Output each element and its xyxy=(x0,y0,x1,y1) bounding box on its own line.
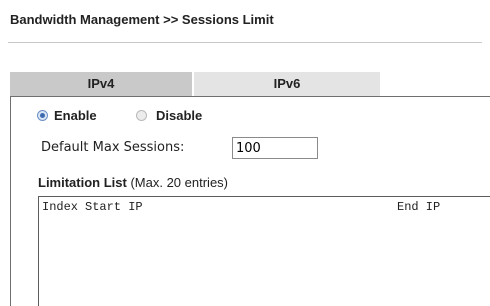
limitation-list-title: Limitation List xyxy=(38,175,127,190)
limitation-list-heading: Limitation List (Max. 20 entries) xyxy=(38,175,228,190)
page-title: Bandwidth Management >> Sessions Limit xyxy=(10,12,274,27)
disable-radio[interactable] xyxy=(136,110,147,121)
enable-radio[interactable] xyxy=(37,110,48,121)
column-end-ip: End IP xyxy=(397,200,441,214)
column-start-ip: Start IP xyxy=(85,200,143,214)
enable-radio-label[interactable]: Enable xyxy=(54,108,97,123)
title-divider xyxy=(8,42,482,43)
column-index: Index xyxy=(42,200,79,214)
limitation-list-box[interactable]: Index Start IP End IP xyxy=(38,196,490,306)
limitation-list-header: Index Start IP End IP xyxy=(42,200,487,214)
limitation-list-note: (Max. 20 entries) xyxy=(130,175,229,190)
default-max-sessions-label: Default Max Sessions: xyxy=(41,140,185,155)
default-max-sessions-input[interactable] xyxy=(232,137,318,159)
tab-ipv4[interactable]: IPv4 xyxy=(10,72,192,96)
tab-ipv6[interactable]: IPv6 xyxy=(194,72,380,96)
disable-radio-label[interactable]: Disable xyxy=(156,108,202,123)
